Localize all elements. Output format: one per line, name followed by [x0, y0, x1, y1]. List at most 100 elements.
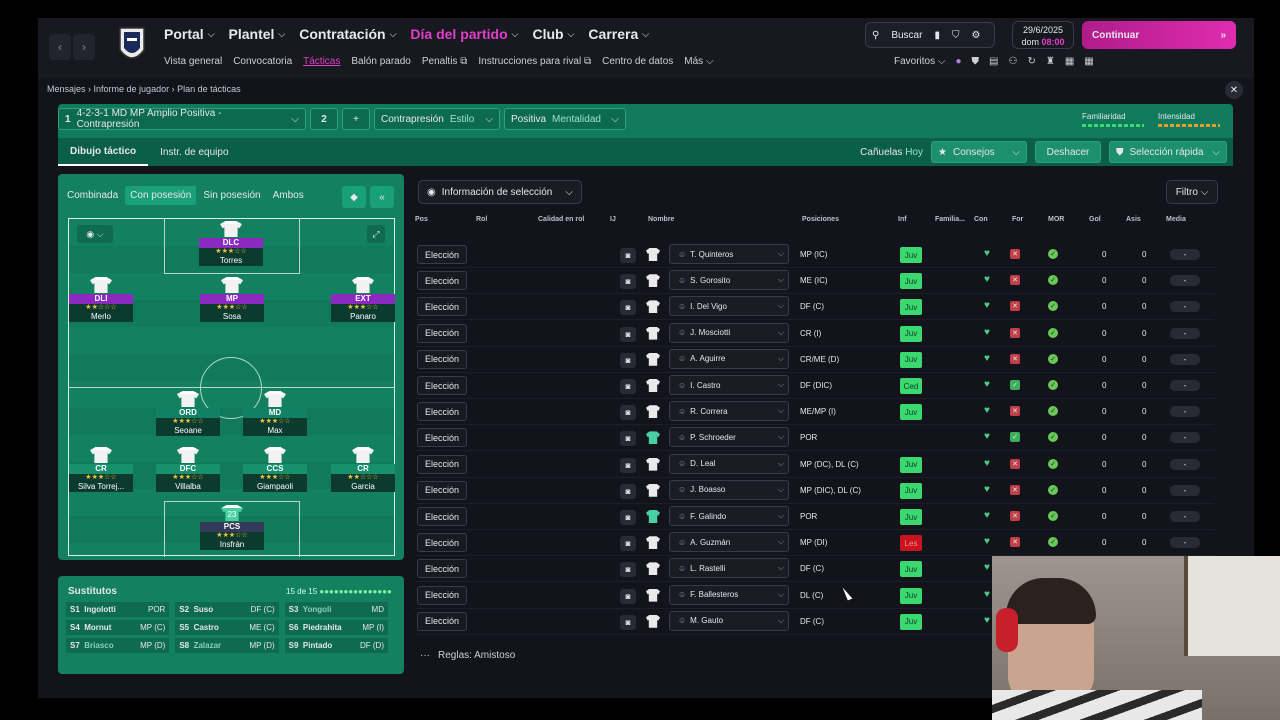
select-button[interactable]: Elección [417, 376, 467, 395]
gear-icon[interactable]: ⚙ [965, 30, 986, 41]
club-crest-icon[interactable] [116, 24, 148, 68]
player-profile-icon[interactable]: ◙ [620, 352, 636, 368]
tab-combinada[interactable]: Combinada [62, 186, 123, 205]
player-card[interactable]: CCS ★★★☆☆ Giampaoli [243, 447, 307, 492]
crumb-mensajes[interactable]: Mensajes [47, 84, 86, 94]
select-button[interactable]: Elección [417, 611, 467, 631]
expand-icon[interactable]: ⤢ [367, 225, 385, 243]
col-ij[interactable]: IJ [610, 216, 616, 223]
submenu-mas[interactable]: Más ⌵ [684, 56, 713, 67]
player-card[interactable]: 23 PCS ★★★☆☆ Insfrán [200, 505, 264, 550]
view-toggle[interactable]: ◉ ⌵ [77, 225, 113, 243]
selection-info-dropdown[interactable]: ◉ Información de selección ⌵ [418, 180, 582, 204]
select-button[interactable]: Elección [417, 402, 467, 422]
menu-dia-del-partido[interactable]: Día del partido ⌵ [410, 26, 518, 42]
sub-item[interactable]: S4 Mornut MP (C) [66, 620, 170, 635]
favorites-dropdown[interactable]: Favoritos ⌵ [894, 56, 945, 67]
close-icon[interactable]: ✕ [1225, 81, 1243, 99]
player-profile-icon[interactable]: ◙ [620, 483, 636, 499]
tactic-selector[interactable]: 1 4-2-3-1 MD MP Amplio Positiva - Contrap… [58, 108, 306, 130]
player-name-dropdown[interactable]: ☺ A. Aguirre ⌵ [669, 348, 789, 369]
player-name-dropdown[interactable]: ☺ J. Mosciotti ⌵ [669, 322, 789, 343]
shirt-icon[interactable]: ⛊ [972, 56, 980, 67]
player-profile-icon[interactable]: ◙ [620, 588, 636, 604]
mentality-selector[interactable]: Positiva Mentalidad ⌵ [504, 108, 626, 130]
tab-dibujo-tactico[interactable]: Dibujo táctico [58, 138, 149, 166]
table-row[interactable]: Elección ◙ ☺ J. Mosciotti ⌵ CR (I) Juv ♥ ✕ ✓ 0 0 - [414, 321, 1214, 347]
submenu-balon-parado[interactable]: Balón parado [351, 56, 411, 67]
tab-con-posesion[interactable]: Con posesión [125, 186, 197, 205]
advice-button[interactable]: ★ Consejos ⌵ [931, 141, 1027, 163]
table-row[interactable]: Elección ◙ ☺ J. Boasso ⌵ MP (DIC), DL (C) Juv ♥… [414, 478, 1214, 504]
col-posiciones[interactable]: Posiciones [802, 216, 839, 223]
player-profile-icon[interactable]: ◙ [620, 536, 636, 552]
people-icon[interactable]: ⚇ [1008, 56, 1017, 67]
grid-icon[interactable]: ▦ [1084, 56, 1093, 67]
submenu-instrucciones-rival[interactable]: Instrucciones para rival ⧉ [478, 56, 591, 67]
col-calidad[interactable]: Calidad en rol [538, 216, 584, 223]
player-profile-icon[interactable]: ◙ [620, 510, 636, 525]
tactic-slot-2[interactable]: 2 [310, 108, 338, 130]
table-row[interactable]: Elección ◙ ☺ A. Aguirre ⌵ CR/ME (D) Juv ♥ ✕ ✓ 0 0 - [414, 347, 1214, 373]
tab-ambos[interactable]: Ambos [268, 186, 309, 205]
trophy-icon[interactable]: ♜ [1046, 56, 1055, 67]
player-profile-icon[interactable]: ◙ [620, 300, 636, 316]
col-familia[interactable]: Familia... [935, 216, 965, 223]
bookmark-icon[interactable]: ▮ [928, 30, 946, 41]
table-row[interactable]: Elección ◙ ☺ S. Gorosito ⌵ ME (IC) Juv ♥ ✕ ✓ 0 0 - [414, 268, 1214, 295]
col-mor[interactable]: MOR [1048, 216, 1064, 223]
select-button[interactable]: Elección [417, 585, 467, 605]
player-card[interactable]: DFC ★★★☆☆ Villalba [156, 447, 220, 492]
player-profile-icon[interactable]: ◙ [620, 379, 636, 394]
col-for[interactable]: For [1012, 216, 1023, 223]
col-nombre[interactable]: Nombre [648, 216, 674, 223]
menu-club[interactable]: Club ⌵ [532, 26, 574, 42]
sub-item[interactable]: S7 Briasco MP (D) [66, 638, 170, 653]
table-row[interactable]: Elección ◙ ☺ F. Galindo ⌵ POR Juv ♥ ✕ ✓ 0 0 - [414, 504, 1214, 530]
back-arrow-icon[interactable]: ‹ [49, 34, 71, 60]
document-icon[interactable]: ▤ [989, 56, 998, 67]
submenu-penaltis[interactable]: Penaltis ⧉ [422, 56, 468, 67]
sub-item[interactable]: S2 Suso DF (C) [175, 602, 279, 617]
crumb-informe[interactable]: Informe de jugador [94, 84, 170, 94]
select-button[interactable]: Elección [417, 297, 467, 317]
player-name-dropdown[interactable]: ☺ F. Ballesteros ⌵ [669, 584, 789, 605]
col-asis[interactable]: Asis [1126, 216, 1141, 223]
tab-sin-posesion[interactable]: Sin posesión [198, 186, 265, 205]
submenu-vista-general[interactable]: Vista general [164, 56, 222, 67]
select-button[interactable]: Elección [417, 559, 467, 579]
submenu-centro-datos[interactable]: Centro de datos [602, 56, 673, 67]
undo-button[interactable]: Deshacer [1035, 141, 1101, 163]
player-card[interactable]: CR ★★★☆☆ Silva Torrej... [69, 447, 133, 492]
col-inf[interactable]: Inf [898, 216, 907, 223]
player-name-dropdown[interactable]: ☺ I. Del Vigo ⌵ [669, 296, 789, 317]
player-card[interactable]: MD ★★★☆☆ Max [243, 391, 307, 436]
player-name-dropdown[interactable]: ☺ P. Schroeder ⌵ [669, 427, 789, 448]
player-name-dropdown[interactable]: ☺ I. Castro ⌵ [669, 375, 789, 395]
select-button[interactable]: Elección [417, 271, 467, 291]
player-name-dropdown[interactable]: ☺ D. Leal ⌵ [669, 453, 789, 474]
player-profile-icon[interactable]: ◙ [620, 274, 636, 290]
sub-item[interactable]: S1 Ingolotti POR [66, 602, 170, 617]
player-name-dropdown[interactable]: ☺ A. Guzmán ⌵ [669, 532, 789, 553]
player-card[interactable]: EXT ★★★☆☆ Panaro [331, 277, 395, 322]
col-gol[interactable]: Gol [1089, 216, 1101, 223]
select-button[interactable]: Elección [417, 245, 467, 264]
player-card[interactable]: DLI ★★☆☆☆ Merlo [69, 277, 133, 322]
player-profile-icon[interactable]: ◙ [620, 614, 636, 630]
forward-arrow-icon[interactable]: › [73, 34, 95, 60]
player-card[interactable]: DLC ★★★☆☆ Torres [199, 221, 263, 266]
notifications-icon[interactable]: ● [955, 56, 961, 67]
player-card[interactable]: CR ★★☆☆☆ Garcia [331, 447, 395, 492]
table-row[interactable]: Elección ◙ ☺ I. Del Vigo ⌵ DF (C) Juv ♥ ✕ ✓ 0 0 - [414, 294, 1214, 321]
collapse-icon[interactable]: « [370, 186, 394, 208]
player-name-dropdown[interactable]: ☺ R. Correra ⌵ [669, 401, 789, 422]
select-button[interactable]: Elección [417, 507, 467, 526]
player-profile-icon[interactable]: ◙ [620, 431, 636, 447]
continue-button[interactable]: Continuar» [1082, 21, 1236, 49]
submenu-tacticas[interactable]: Tácticas [303, 56, 340, 67]
menu-plantel[interactable]: Plantel ⌵ [229, 26, 286, 42]
player-name-dropdown[interactable]: ☺ L. Rastelli ⌵ [669, 558, 789, 579]
table-row[interactable]: Elección ◙ ☺ T. Quinteros ⌵ MP (IC) Juv ♥ ✕ ✓ 0 0 - [414, 242, 1214, 268]
add-tactic-button[interactable]: + [342, 108, 370, 130]
